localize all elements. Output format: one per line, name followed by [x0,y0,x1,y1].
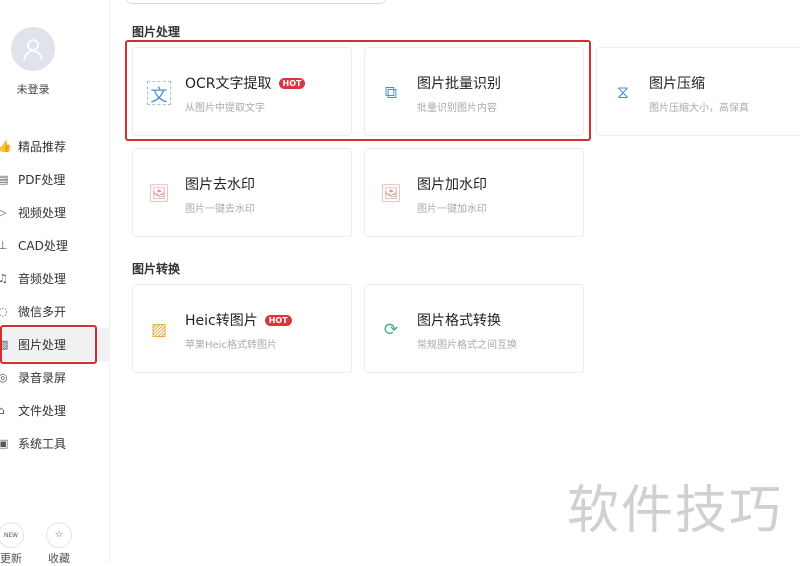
card-subtitle: 图片压缩大小，高保真 [649,103,749,114]
sidebar-item-recommended[interactable]: 👍 精品推荐 [0,130,110,163]
convert-icon: ⟳ [383,320,399,340]
card-title: 图片批量识别 [417,76,501,92]
section-title: 图片转换 [132,262,181,276]
card-title: OCR文字提取 [185,76,272,92]
card-subtitle: 批量识别图片内容 [417,103,497,114]
sidebar-item-system[interactable]: ▣ 系统工具 [0,427,110,460]
sidebar-item-label: PDF处理 [18,173,66,187]
watermark-text: 软件技巧 [567,481,784,541]
login-status[interactable]: 未登录 [0,81,66,97]
card-subtitle: 常规图片格式之间互换 [417,340,517,351]
card-remove-watermark[interactable]: 🖼 图片去水印 图片一键去水印 [132,148,352,237]
card-format-convert[interactable]: ⟳ 图片格式转换 常规图片格式之间互换 [364,284,584,373]
avatar[interactable] [11,27,55,71]
sidebar-item-label: CAD处理 [18,239,68,253]
new-badge: NEW [3,531,19,539]
sidebar-item-record[interactable]: ◎ 录音录屏 [0,361,110,394]
sidebar-item-pdf[interactable]: ▤ PDF处理 [0,163,110,196]
section-title: 图片处理 [132,25,181,39]
sidebar-item-label: 微信多开 [18,305,67,319]
card-title: 图片格式转换 [417,313,501,329]
sidebar-item-label: 视频处理 [18,206,67,220]
update-icon: NEW [0,522,24,548]
sidebar-item-label: 图片处理 [18,338,67,352]
record-icon: ◎ [0,371,8,384]
wechat-icon: ◌ [0,305,8,318]
system-icon: ▣ [0,437,9,450]
favorite-button[interactable]: ☆ 收藏 [44,522,74,566]
remove-watermark-icon: 🖼 [148,184,170,204]
sidebar-item-label: 系统工具 [18,437,67,451]
hot-badge: HOT [278,77,306,89]
sidebar-item-cad[interactable]: ⊥ CAD处理 [0,229,110,262]
favorite-label: 收藏 [48,552,70,565]
card-compress[interactable]: ⧖ 图片压缩 图片压缩大小，高保真 [596,47,800,136]
sidebar-item-label: 音频处理 [18,272,67,286]
sidebar-item-wechat[interactable]: ◌ 微信多开 [0,295,110,328]
compress-icon: ⧖ [617,83,629,103]
card-add-watermark[interactable]: 🖼 图片加水印 图片一键加水印 [364,148,584,237]
sidebar-item-video[interactable]: ▷ 视频处理 [0,196,110,229]
sidebar-nav: 👍 精品推荐 ▤ PDF处理 ▷ 视频处理 ⊥ CAD处理 ♫ 音频处理 ◌ 微信多开 ▨ 图… [0,130,110,460]
sidebar-item-label: 录音录屏 [18,371,67,385]
card-title: 图片去水印 [185,177,255,193]
card-subtitle: 苹果Heic格式转图片 [185,340,277,351]
music-icon: ♫ [0,272,8,285]
card-ocr[interactable]: 文 OCR文字提取 HOT 从图片中提取文字 [132,47,352,136]
hot-badge: HOT [264,314,292,326]
batch-export-icon: ⧉ [384,83,398,103]
card-heic[interactable]: ▨ Heic转图片 HOT 苹果Heic格式转图片 [132,284,352,373]
card-subtitle: 图片一键去水印 [185,204,255,215]
card-subtitle: 图片一键加水印 [417,204,487,215]
folder-icon: ⌂ [0,404,5,417]
video-icon: ▷ [0,206,7,219]
user-icon [23,39,43,61]
card-title: 图片加水印 [417,177,487,193]
pdf-icon: ▤ [0,173,9,186]
sidebar: 未登录 👍 精品推荐 ▤ PDF处理 ▷ 视频处理 ⊥ CAD处理 ♫ 音频处理 ◌ 微信多… [0,0,110,565]
star-icon: ☆ [46,522,72,548]
update-button[interactable]: NEW 更新 [0,522,26,566]
card-subtitle: 从图片中提取文字 [185,103,265,114]
card-title: 图片压缩 [649,76,705,92]
heic-image-icon: ▨ [150,320,168,340]
update-label: 更新 [0,552,22,565]
sidebar-item-label: 精品推荐 [18,140,67,154]
image-icon: ▨ [0,338,9,351]
sidebar-item-file[interactable]: ⌂ 文件处理 [0,394,110,427]
add-watermark-icon: 🖼 [380,184,402,204]
search-bar[interactable] [125,0,387,4]
ocr-text-icon: 文 [147,81,171,106]
sidebar-item-audio[interactable]: ♫ 音频处理 [0,262,110,295]
sidebar-item-label: 文件处理 [18,404,67,418]
sidebar-item-image[interactable]: ▨ 图片处理 [0,325,110,364]
card-batch-recognize[interactable]: ⧉ 图片批量识别 批量识别图片内容 [364,47,584,136]
cad-icon: ⊥ [0,239,8,252]
card-title: Heic转图片 [185,313,258,329]
thumb-up-icon: 👍 [0,140,12,153]
